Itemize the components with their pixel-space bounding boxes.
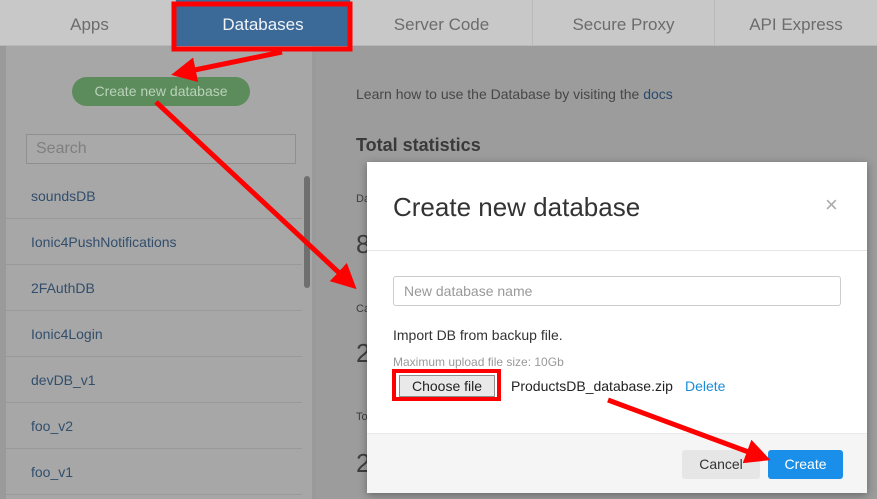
database-item[interactable]: Ionic4Login bbox=[6, 311, 302, 357]
top-tab-bar: Apps Databases Server Code Secure Proxy … bbox=[0, 0, 877, 46]
create-database-modal: Create new database × New database name … bbox=[367, 162, 867, 493]
cancel-button[interactable]: Cancel bbox=[682, 450, 760, 479]
create-button[interactable]: Create bbox=[768, 450, 843, 479]
database-item[interactable]: foo_v1 bbox=[6, 449, 302, 495]
database-item[interactable]: devDB_v1 bbox=[6, 357, 302, 403]
learn-text: Learn how to use the Database by visitin… bbox=[356, 86, 673, 102]
database-item[interactable]: Ionic4PushNotifications bbox=[6, 219, 302, 265]
database-name-input[interactable]: New database name bbox=[393, 276, 841, 306]
database-item[interactable]: soundsDB bbox=[6, 173, 302, 219]
database-item[interactable]: 2FAuthDB bbox=[6, 265, 302, 311]
modal-divider bbox=[367, 250, 867, 251]
close-icon[interactable]: × bbox=[825, 192, 838, 218]
create-new-database-button[interactable]: Create new database bbox=[72, 77, 250, 106]
sidebar-scrollbar[interactable] bbox=[304, 176, 310, 288]
delete-file-link[interactable]: Delete bbox=[685, 378, 725, 394]
total-statistics-heading: Total statistics bbox=[356, 135, 481, 155]
database-item[interactable]: foo_v2 bbox=[6, 403, 302, 449]
stat-label: To bbox=[356, 411, 368, 423]
tab-secure-proxy[interactable]: Secure Proxy bbox=[532, 0, 714, 46]
choose-file-highlight bbox=[392, 369, 501, 401]
database-sidebar: Create new database Search soundsDB Ioni… bbox=[6, 46, 312, 499]
selected-file-name: ProductsDB_database.zip bbox=[511, 378, 673, 394]
tab-api-express[interactable]: API Express bbox=[714, 0, 877, 46]
tab-apps[interactable]: Apps bbox=[6, 0, 173, 46]
import-label: Import DB from backup file. bbox=[393, 327, 563, 343]
tab-databases[interactable]: Databases bbox=[175, 0, 350, 46]
upload-limit-text: Maximum upload file size: 10Gb bbox=[393, 355, 564, 369]
tab-server-code[interactable]: Server Code bbox=[350, 0, 532, 46]
search-input[interactable]: Search bbox=[26, 134, 296, 164]
docs-link[interactable]: docs bbox=[643, 86, 673, 102]
modal-title: Create new database bbox=[393, 192, 641, 222]
learn-text-body: Learn how to use the Database by visitin… bbox=[356, 86, 640, 102]
